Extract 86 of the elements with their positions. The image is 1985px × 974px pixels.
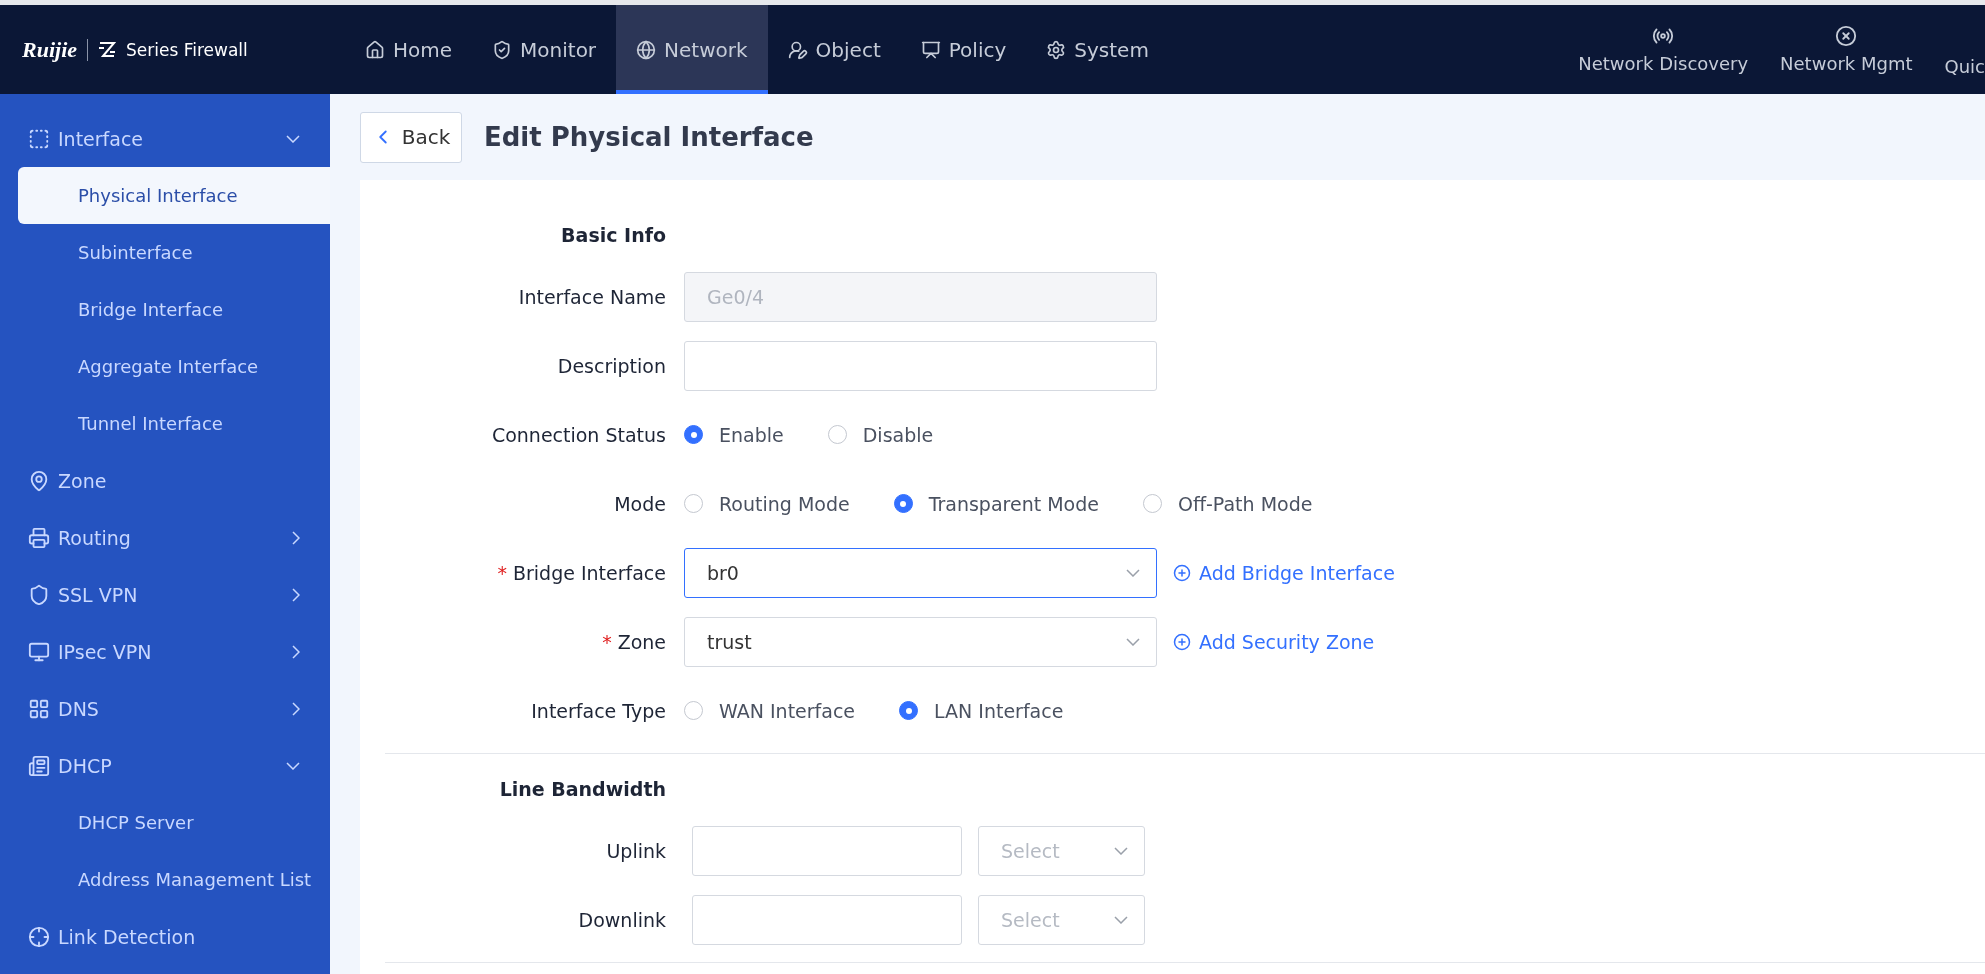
sidebar-item[interactable]: Zone xyxy=(0,452,330,509)
chevron-down-icon xyxy=(1126,568,1140,577)
add-link[interactable]: Add Security Zone xyxy=(1173,630,1375,653)
radio-option[interactable]: Routing Mode xyxy=(684,492,850,515)
monitor-icon xyxy=(28,640,50,663)
presentation-icon xyxy=(920,39,941,60)
radio-icon[interactable] xyxy=(827,425,847,444)
shield-icon xyxy=(28,583,50,606)
sidebar-item[interactable]: Routing xyxy=(0,509,330,566)
radio-icon[interactable] xyxy=(684,494,703,513)
field-label: Uplink xyxy=(605,839,666,862)
nav-tab[interactable]: System xyxy=(1026,5,1169,94)
sidebar-subitem[interactable]: Physical Interface xyxy=(18,167,330,224)
sidebar-item[interactable]: SSL VPN xyxy=(0,566,330,623)
field-label: Interface Type xyxy=(530,699,666,722)
add-link[interactable]: Add Bridge Interface xyxy=(1173,561,1395,584)
radio-option[interactable]: WAN Interface xyxy=(684,699,856,722)
field-label: * Zone xyxy=(601,630,666,653)
text-field[interactable] xyxy=(692,825,962,876)
nav-tab[interactable]: Network xyxy=(616,5,768,94)
field-label: * Bridge Interface xyxy=(496,561,666,584)
sidebar-subitem[interactable]: Bridge Interface xyxy=(18,281,330,338)
map-pin-icon xyxy=(28,469,50,492)
nav-tab[interactable]: Policy xyxy=(900,5,1027,94)
field-label: Description xyxy=(556,354,666,377)
radio-icon[interactable] xyxy=(893,494,913,513)
radio-option[interactable]: Transparent Mode xyxy=(893,492,1099,515)
plus-circle-icon xyxy=(1173,632,1191,651)
shield-icon xyxy=(492,39,513,60)
grid-icon xyxy=(28,697,50,720)
settings-icon xyxy=(1046,39,1067,60)
nav-tab[interactable]: Monitor xyxy=(472,5,617,94)
home-icon xyxy=(365,39,385,60)
sidebar-subitem[interactable]: Aggregate Interface xyxy=(18,338,330,395)
section-title: Line Bandwidth xyxy=(498,777,666,802)
toolbar-button[interactable]: Quic xyxy=(1928,5,1985,94)
toolbar-button[interactable]: Network Mgmt xyxy=(1764,5,1929,94)
radio-icon[interactable] xyxy=(684,425,703,444)
z-logo-icon xyxy=(98,41,116,58)
globe-icon xyxy=(636,39,657,60)
toolbar-button[interactable]: Network Discovery xyxy=(1562,5,1765,94)
chevron-down-icon xyxy=(286,761,300,770)
radio-option[interactable]: LAN Interface xyxy=(899,699,1064,722)
sidebar-subitem[interactable]: Tunnel Interface xyxy=(18,395,330,452)
dropdown[interactable]: br0 xyxy=(684,547,1157,598)
logo: Ruijie xyxy=(22,36,77,63)
sidebar-item[interactable]: IPsec VPN xyxy=(0,623,330,680)
chevron-right-icon xyxy=(292,701,300,716)
field-label: Connection Status xyxy=(490,423,666,446)
field-label: Mode xyxy=(613,492,666,515)
printer-icon xyxy=(28,526,50,549)
radio-option[interactable]: Enable xyxy=(684,423,784,446)
chevron-down-icon xyxy=(1114,846,1128,855)
field-label: Interface Name xyxy=(517,285,666,308)
radio-option[interactable]: Off-Path Mode xyxy=(1142,492,1313,515)
sidebar-subitem[interactable]: DHCP Server xyxy=(18,794,330,851)
section-title: Basic Info xyxy=(560,223,666,248)
sidebar-subitem[interactable]: Subinterface xyxy=(18,224,330,281)
sidebar-item[interactable]: DNS xyxy=(0,680,330,737)
nav-tab[interactable]: Home xyxy=(345,5,473,94)
chevron-down-icon xyxy=(1126,637,1140,646)
chevron-down-icon xyxy=(1114,915,1128,924)
back-button[interactable]: Back xyxy=(360,111,462,163)
chevron-right-icon xyxy=(292,530,300,545)
sidebar-item[interactable]: Link Detection xyxy=(0,908,330,965)
cross-circle-icon xyxy=(1835,25,1858,47)
dropdown[interactable]: trust xyxy=(684,616,1157,667)
radio-icon[interactable] xyxy=(1142,494,1162,513)
sidebar-item[interactable]: Interface xyxy=(0,110,330,167)
product-name: Series Firewall xyxy=(126,39,248,60)
chevron-right-icon xyxy=(292,587,300,602)
field-label: Downlink xyxy=(577,908,666,931)
page-title: Edit Physical Interface xyxy=(484,122,814,152)
sidebar-subitem[interactable]: Address Management List xyxy=(18,851,330,908)
radio-icon[interactable] xyxy=(684,701,703,720)
nav-tab[interactable]: Object xyxy=(767,5,901,94)
plus-circle-icon xyxy=(1173,563,1191,582)
text-field[interactable] xyxy=(692,894,962,945)
radio-option[interactable]: Disable xyxy=(827,423,934,446)
text-field[interactable] xyxy=(684,340,1157,391)
sidebar-item[interactable]: DHCP xyxy=(0,737,330,794)
radio-icon[interactable] xyxy=(899,701,919,720)
chevron-down-icon xyxy=(286,134,300,143)
chevron-right-icon xyxy=(292,644,300,659)
target-icon xyxy=(28,925,50,948)
user-icon xyxy=(787,39,808,60)
